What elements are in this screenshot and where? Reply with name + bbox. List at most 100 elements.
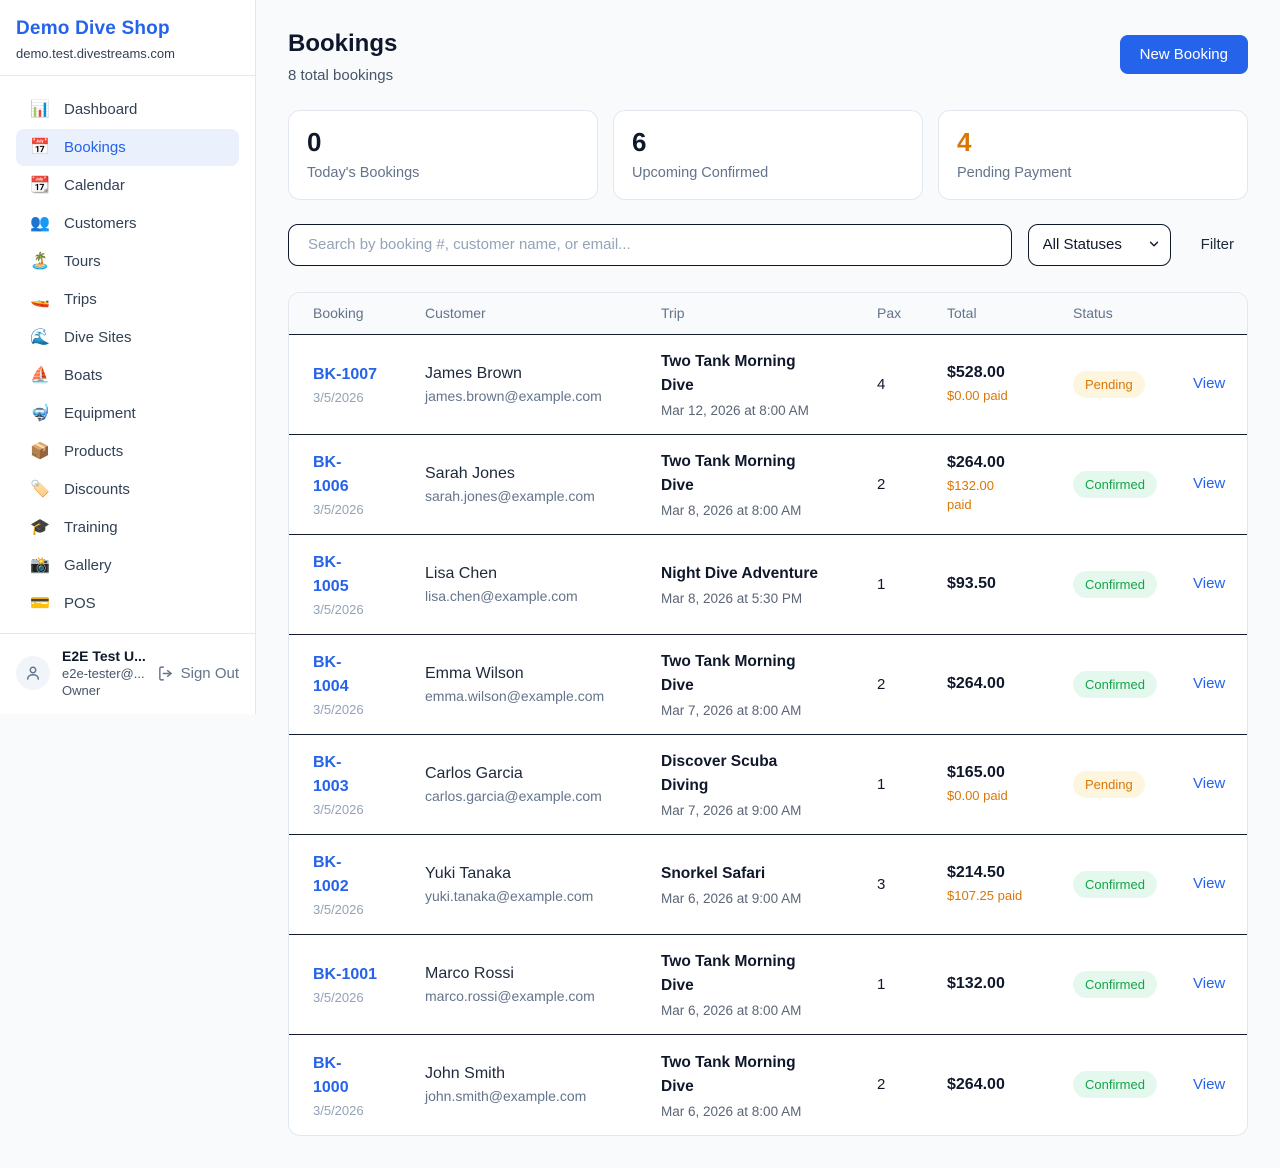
booking-number-link[interactable]: BK- 1004 <box>313 651 409 699</box>
sidebar-item-products[interactable]: 📦 Products <box>16 433 239 470</box>
people-icon: 👥 <box>30 216 50 232</box>
sidebar-item-pos[interactable]: 💳 POS <box>16 585 239 622</box>
booking-number-link[interactable]: BK- 1003 <box>313 751 409 799</box>
booking-cell: BK- 1005 3/5/2026 <box>289 551 425 617</box>
total-cell: $132.00 <box>947 975 1073 993</box>
user-meta: E2E Test U... e2e-tester@... Owner <box>62 648 145 698</box>
total-amount: $264.00 <box>947 454 1057 472</box>
booking-date: 3/5/2026 <box>313 802 409 817</box>
status-cell: Confirmed <box>1073 571 1193 598</box>
pax-value: 4 <box>877 376 947 393</box>
status-cell: Pending <box>1073 371 1193 398</box>
package-icon: 📦 <box>30 444 50 460</box>
total-cell: $165.00 $0.00 paid <box>947 764 1073 806</box>
view-link[interactable]: View <box>1193 675 1225 692</box>
table-row: BK- 1000 3/5/2026 John Smith john.smith@… <box>289 1035 1247 1135</box>
booking-date: 3/5/2026 <box>313 390 409 405</box>
booking-cell: BK- 1006 3/5/2026 <box>289 451 425 517</box>
trip-datetime: Mar 7, 2026 at 8:00 AM <box>661 703 861 718</box>
trip-datetime: Mar 6, 2026 at 8:00 AM <box>661 1003 861 1018</box>
customer-email: emma.wilson@example.com <box>425 688 645 704</box>
total-cell: $264.00 <box>947 675 1073 693</box>
booking-date: 3/5/2026 <box>313 502 409 517</box>
sidebar-item-training[interactable]: 🎓 Training <box>16 509 239 546</box>
customer-email: sarah.jones@example.com <box>425 488 645 504</box>
booking-date: 3/5/2026 <box>313 702 409 717</box>
sign-out-label: Sign Out <box>181 665 239 682</box>
pax-value: 2 <box>877 1076 947 1093</box>
view-link[interactable]: View <box>1193 575 1225 592</box>
status-badge: Confirmed <box>1073 671 1157 698</box>
table-header-row: Booking Customer Trip Pax Total Status <box>289 293 1247 335</box>
sidebar-item-label: Gallery <box>64 557 112 574</box>
total-amount: $264.00 <box>947 675 1057 693</box>
stats-row: 0 Today's Bookings 6 Upcoming Confirmed … <box>288 110 1248 200</box>
column-header-pax: Pax <box>877 305 947 321</box>
pax-value: 1 <box>877 976 947 993</box>
total-amount: $165.00 <box>947 764 1057 782</box>
sidebar-item-dashboard[interactable]: 📊 Dashboard <box>16 91 239 128</box>
customer-name: Sarah Jones <box>425 465 645 483</box>
sidebar-item-bookings[interactable]: 📅 Bookings <box>16 129 239 166</box>
brand: Demo Dive Shop demo.test.divestreams.com <box>0 0 255 76</box>
booking-number-link[interactable]: BK- 1005 <box>313 551 409 599</box>
trip-cell: Discover Scuba Diving Mar 7, 2026 at 9:0… <box>661 750 877 818</box>
user-email: e2e-tester@... <box>62 666 145 681</box>
sign-out-button[interactable]: Sign Out <box>157 665 239 682</box>
booking-number-link[interactable]: BK- 1002 <box>313 851 409 899</box>
sidebar-item-tours[interactable]: 🏝️ Tours <box>16 243 239 280</box>
sidebar-item-gallery[interactable]: 📸 Gallery <box>16 547 239 584</box>
view-link[interactable]: View <box>1193 775 1225 792</box>
status-badge: Pending <box>1073 771 1145 798</box>
new-booking-button[interactable]: New Booking <box>1120 35 1248 74</box>
trip-datetime: Mar 8, 2026 at 5:30 PM <box>661 591 861 606</box>
action-cell: View <box>1193 875 1247 893</box>
customer-email: lisa.chen@example.com <box>425 588 645 604</box>
booking-date: 3/5/2026 <box>313 1103 409 1118</box>
booking-number-link[interactable]: BK- 1000 <box>313 1052 409 1100</box>
sidebar-item-trips[interactable]: 🚤 Trips <box>16 281 239 318</box>
total-cell: $93.50 <box>947 575 1073 593</box>
table-row: BK-1007 3/5/2026 James Brown james.brown… <box>289 335 1247 435</box>
status-badge: Confirmed <box>1073 471 1157 498</box>
pax-value: 1 <box>877 776 947 793</box>
sidebar-item-customers[interactable]: 👥 Customers <box>16 205 239 242</box>
speedboat-icon: 🚤 <box>30 292 50 308</box>
pax-value: 2 <box>877 476 947 493</box>
customer-name: Emma Wilson <box>425 665 645 683</box>
credit-card-icon: 💳 <box>30 596 50 612</box>
booking-cell: BK- 1004 3/5/2026 <box>289 651 425 717</box>
column-header-status: Status <box>1073 305 1193 321</box>
page-title: Bookings <box>288 30 397 58</box>
booking-number-link[interactable]: BK-1007 <box>313 363 409 387</box>
sidebar-item-label: Tours <box>64 253 101 270</box>
view-link[interactable]: View <box>1193 375 1225 392</box>
customer-name: Yuki Tanaka <box>425 865 645 883</box>
sidebar-item-calendar[interactable]: 📆 Calendar <box>16 167 239 204</box>
booking-number-link[interactable]: BK- 1006 <box>313 451 409 499</box>
view-link[interactable]: View <box>1193 975 1225 992</box>
search-input[interactable] <box>288 224 1012 266</box>
sidebar-item-dive-sites[interactable]: 🌊 Dive Sites <box>16 319 239 356</box>
status-cell: Confirmed <box>1073 671 1193 698</box>
sidebar-item-boats[interactable]: ⛵ Boats <box>16 357 239 394</box>
paid-amount: $132.00 paid <box>947 476 1057 515</box>
view-link[interactable]: View <box>1193 1076 1225 1093</box>
status-filter-select[interactable]: All Statuses <box>1028 224 1171 266</box>
stat-label: Upcoming Confirmed <box>632 165 904 181</box>
table-row: BK- 1002 3/5/2026 Yuki Tanaka yuki.tanak… <box>289 835 1247 935</box>
trip-name: Discover Scuba Diving <box>661 750 861 798</box>
customer-email: carlos.garcia@example.com <box>425 788 645 804</box>
trip-name: Two Tank Morning Dive <box>661 350 861 398</box>
sidebar-item-discounts[interactable]: 🏷️ Discounts <box>16 471 239 508</box>
view-link[interactable]: View <box>1193 875 1225 892</box>
booking-number-link[interactable]: BK-1001 <box>313 963 409 987</box>
view-link[interactable]: View <box>1193 475 1225 492</box>
booking-date: 3/5/2026 <box>313 990 409 1005</box>
status-cell: Confirmed <box>1073 971 1193 998</box>
sidebar-item-equipment[interactable]: 🤿 Equipment <box>16 395 239 432</box>
user-name: E2E Test U... <box>62 648 145 664</box>
paid-amount: $0.00 paid <box>947 786 1057 806</box>
action-cell: View <box>1193 475 1247 493</box>
trip-datetime: Mar 8, 2026 at 8:00 AM <box>661 503 861 518</box>
